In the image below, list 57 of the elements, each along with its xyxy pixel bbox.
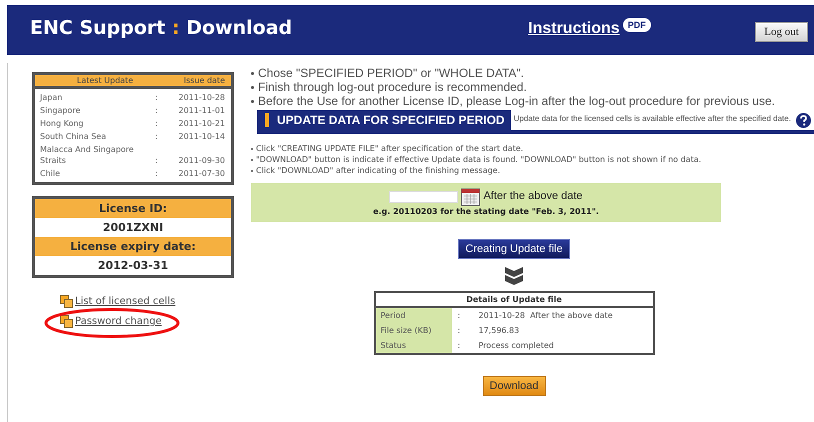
note-text: Chose "SPECIFIED PERIOD" or "WHOLE DATA". (258, 66, 524, 80)
section-title: UPDATE DATA FOR SPECIFIED PERIOD (257, 110, 511, 130)
download-button[interactable]: Download (482, 376, 546, 396)
table-cell-text: 2011-07-30 (178, 168, 226, 179)
table-cell: Status (376, 338, 452, 353)
logout-button[interactable]: Log out (755, 22, 808, 42)
table-cell-text: 2011-10-14 (178, 131, 226, 142)
bullet-icon (251, 86, 254, 88)
column-header: Issue date (182, 74, 226, 86)
table-cell-text: 2011-10-28 After the above date (478, 310, 614, 322)
date-field[interactable] (389, 190, 458, 202)
table-cell-text: Singapore (39, 105, 82, 116)
squares-icon (60, 315, 73, 328)
table-cell-text: : (155, 118, 159, 129)
table-cell-text: : (155, 168, 159, 179)
table-cell-text: : (155, 155, 159, 166)
note-text: Before the Use for another License ID, please Log-in after the log-out procedure for previous use. (258, 94, 775, 108)
table-cell-text: Malacca And Singapore Straits (39, 144, 135, 166)
sidebar-link[interactable]: List of licensed cells (75, 294, 176, 309)
table-cell-text: 2011-10-21 (178, 118, 226, 129)
date-suffix: After the above date (483, 189, 583, 204)
note-text: Finish through log-out procedure is recommended. (258, 80, 527, 94)
table-cell-text: South China Sea (39, 131, 108, 142)
table-cell-text: Chile (39, 168, 62, 179)
help-icon[interactable] (796, 113, 811, 128)
instructions-link[interactable]: Instructions (528, 17, 620, 41)
date-example: e.g. 20110203 for the stating date "Feb. 3, 2011". (373, 206, 599, 218)
table-cell: File size (KB) (376, 323, 452, 338)
table-cell-text: 17,596.83 (478, 325, 520, 337)
table-cell: Period (376, 308, 452, 323)
table-cell-text: : (155, 92, 159, 103)
table-cell-text: : (456, 340, 462, 352)
table-cell-text: : (456, 310, 462, 322)
table-cell-text: : (155, 105, 159, 116)
table-cell-text: 2011-11-01 (178, 105, 226, 116)
table-cell-text: Japan (38, 92, 64, 103)
page-title: ENC Support : Download (30, 16, 292, 41)
create-button[interactable]: Creating Update file (458, 239, 570, 259)
table-cell-text: 2011-10-28 (178, 92, 226, 103)
bullet-icon (251, 100, 254, 102)
step-text: Click "CREATING UPDATE FILE" after specification of the start date. (256, 143, 524, 154)
pdf-badge: PDF (622, 18, 651, 32)
column-header: Latest Update (76, 74, 134, 86)
expiry-label: License expiry date: (35, 237, 231, 256)
table-cell-text: : (456, 325, 462, 337)
bullet-icon (251, 72, 254, 74)
license-id-label: License ID: (35, 199, 231, 218)
table-cell-text: : (155, 131, 159, 142)
section-description: Update data for the licensed cells is available effective after the specified date. (514, 113, 791, 125)
table-cell-text: Process completed (478, 340, 555, 352)
calendar-icon[interactable] (461, 187, 480, 206)
squares-icon (60, 295, 73, 308)
table-cell-text: Hong Kong (39, 118, 84, 129)
table-cell-text: 2011-09-30 (178, 155, 226, 166)
double-chevron-icon (505, 267, 523, 285)
step-text: "DOWNLOAD" button is indicate if effective Update data is found. "DOWNLOAD" button is not shown if no data. (256, 154, 702, 165)
step-text: Click "DOWNLOAD" after indicating of the finishing message. (256, 165, 500, 176)
